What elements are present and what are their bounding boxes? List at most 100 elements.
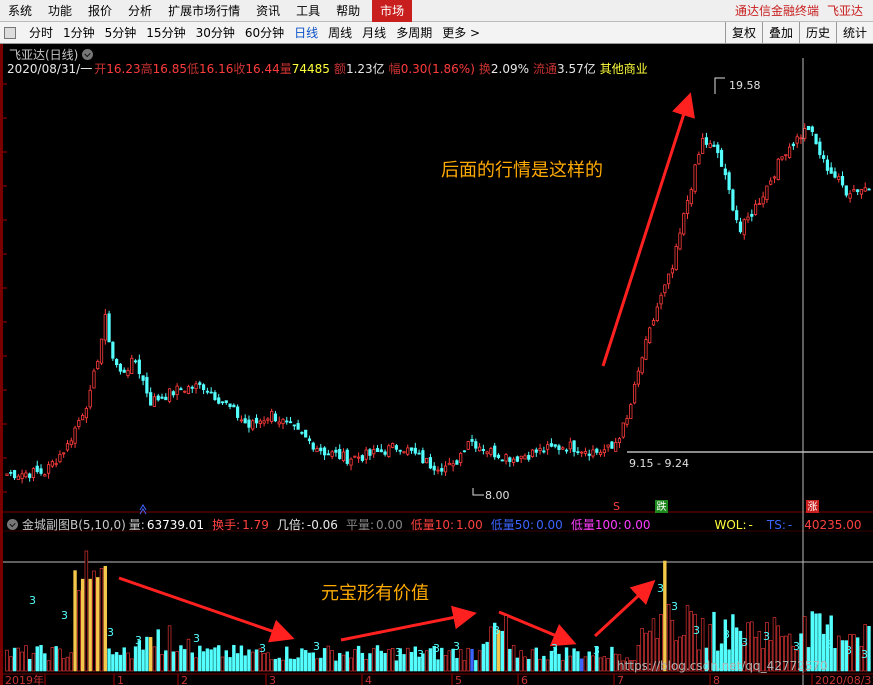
adjust-button[interactable]: 复权	[724, 21, 762, 44]
candle-body	[179, 388, 183, 391]
history-button[interactable]: 历史	[798, 21, 836, 44]
menu-help[interactable]: 帮助	[328, 0, 368, 22]
candle-body	[156, 395, 160, 401]
candle-body	[232, 404, 236, 408]
xaxis-label: 2	[181, 674, 188, 685]
volume-bar	[364, 659, 368, 672]
die-badge: 跌	[657, 500, 667, 513]
candle-body	[493, 445, 497, 458]
volume-marker-3: 3	[593, 644, 600, 657]
menu-market-button[interactable]: 市场	[372, 0, 413, 22]
volume-bar	[368, 653, 372, 672]
candle-body	[349, 458, 353, 466]
volume-bar	[201, 651, 206, 672]
menu-quote[interactable]: 报价	[80, 0, 120, 22]
candle-body	[198, 382, 202, 385]
period-1min[interactable]: 1分钟	[58, 22, 100, 44]
period-timeshare[interactable]: 分时	[24, 22, 58, 44]
candle-body	[667, 273, 671, 285]
menu-system[interactable]: 系统	[0, 0, 40, 22]
chevron-down-icon[interactable]	[82, 49, 94, 60]
low-value: 16.16	[198, 61, 234, 76]
candle-body	[406, 447, 410, 455]
candle-body	[704, 137, 709, 145]
volume-marker-3: 3	[107, 626, 114, 639]
volume-bar	[663, 560, 667, 672]
ind-pl-value: 0.00	[376, 517, 403, 532]
volume-bar	[186, 638, 191, 672]
candle-body	[425, 457, 429, 464]
candle-body	[239, 419, 244, 422]
menu-tools[interactable]: 工具	[288, 0, 328, 22]
candle-body	[149, 392, 153, 406]
chart-area[interactable]: 19.58 9.15 - 9.24 8.00 跌涨 S 后面的行情是这样的 元宝形有价值 3 3…	[3, 44, 873, 685]
volume-bar	[262, 653, 266, 672]
stats-button[interactable]: 统计	[835, 21, 873, 44]
menu-function[interactable]: 功能	[40, 0, 80, 22]
period-30min[interactable]: 30分钟	[191, 22, 240, 44]
candle-body	[217, 397, 221, 404]
volume-bar	[224, 650, 228, 672]
volume-marker-3: 3	[551, 642, 558, 655]
menu-analysis[interactable]: 分析	[120, 0, 160, 22]
candle-body	[5, 473, 9, 476]
candle-body	[270, 410, 274, 422]
volume-bar	[455, 657, 459, 672]
candle-body	[164, 396, 168, 401]
chevron-down-icon[interactable]	[7, 519, 18, 530]
volume-bar	[833, 648, 837, 672]
menu-news[interactable]: 资讯	[248, 0, 288, 22]
period-daily[interactable]: 日线	[289, 22, 323, 44]
candle-body	[364, 449, 368, 460]
period-monthly[interactable]: 月线	[357, 22, 391, 44]
volume-bar	[205, 648, 210, 672]
volume-marker-3: 3	[135, 634, 142, 647]
period-15min[interactable]: 15分钟	[141, 22, 190, 44]
ind-dl50-value: 0.00	[536, 517, 563, 532]
volume-bar	[523, 656, 527, 672]
xaxis-label: 8	[713, 674, 720, 685]
candle-body	[587, 453, 591, 456]
volume-bar	[591, 655, 595, 672]
candle-body	[859, 189, 864, 195]
high-label: 高	[140, 62, 153, 76]
period-60min[interactable]: 60分钟	[240, 22, 289, 44]
volume-bar	[477, 650, 482, 672]
candle-body	[133, 360, 138, 363]
candle-body	[35, 465, 39, 472]
volume-bar	[69, 652, 73, 672]
volume-marker-3: 3	[861, 648, 868, 661]
candle-body	[523, 455, 527, 460]
candle-body	[130, 357, 134, 374]
volume-bar	[292, 658, 297, 672]
candle-body	[368, 449, 372, 456]
volume-bar	[489, 626, 493, 672]
volume-bar	[9, 656, 13, 672]
period-multi[interactable]: 多周期	[391, 22, 437, 44]
volume-bar	[251, 651, 255, 672]
volume-bar	[190, 652, 194, 672]
volume-bar	[462, 660, 467, 672]
period-5min[interactable]: 5分钟	[100, 22, 142, 44]
ind-ts-label: TS:	[766, 517, 786, 532]
volume-bar	[481, 643, 486, 672]
app-window: 系统 功能 报价 分析 扩展市场行情 资讯 工具 帮助 市场 通达信金融终端 飞…	[0, 0, 873, 685]
panel-toggle-icon[interactable]	[4, 26, 16, 39]
volume-bar	[466, 647, 470, 672]
menu-ext-market[interactable]: 扩展市场行情	[160, 0, 248, 22]
volume-marker-3: 3	[741, 636, 748, 649]
volume-bar	[440, 647, 444, 672]
period-weekly[interactable]: 周线	[323, 22, 357, 44]
candle-body	[678, 232, 682, 250]
volume-marker-3: 3	[417, 648, 424, 661]
volume-bar	[179, 645, 183, 672]
candle-body	[470, 439, 474, 442]
volume-bar	[281, 659, 285, 672]
period-more[interactable]: 更多 >	[437, 22, 485, 44]
kline-svg[interactable]: 19.589.15 - 9.248.00跌 涨S后面的行情是这样的元宝形有价值33…	[3, 44, 873, 685]
volume-bar	[511, 645, 516, 672]
candle-body	[236, 406, 240, 418]
candle-body	[595, 448, 599, 453]
volume-bar	[50, 647, 55, 672]
overlay-button[interactable]: 叠加	[761, 21, 799, 44]
